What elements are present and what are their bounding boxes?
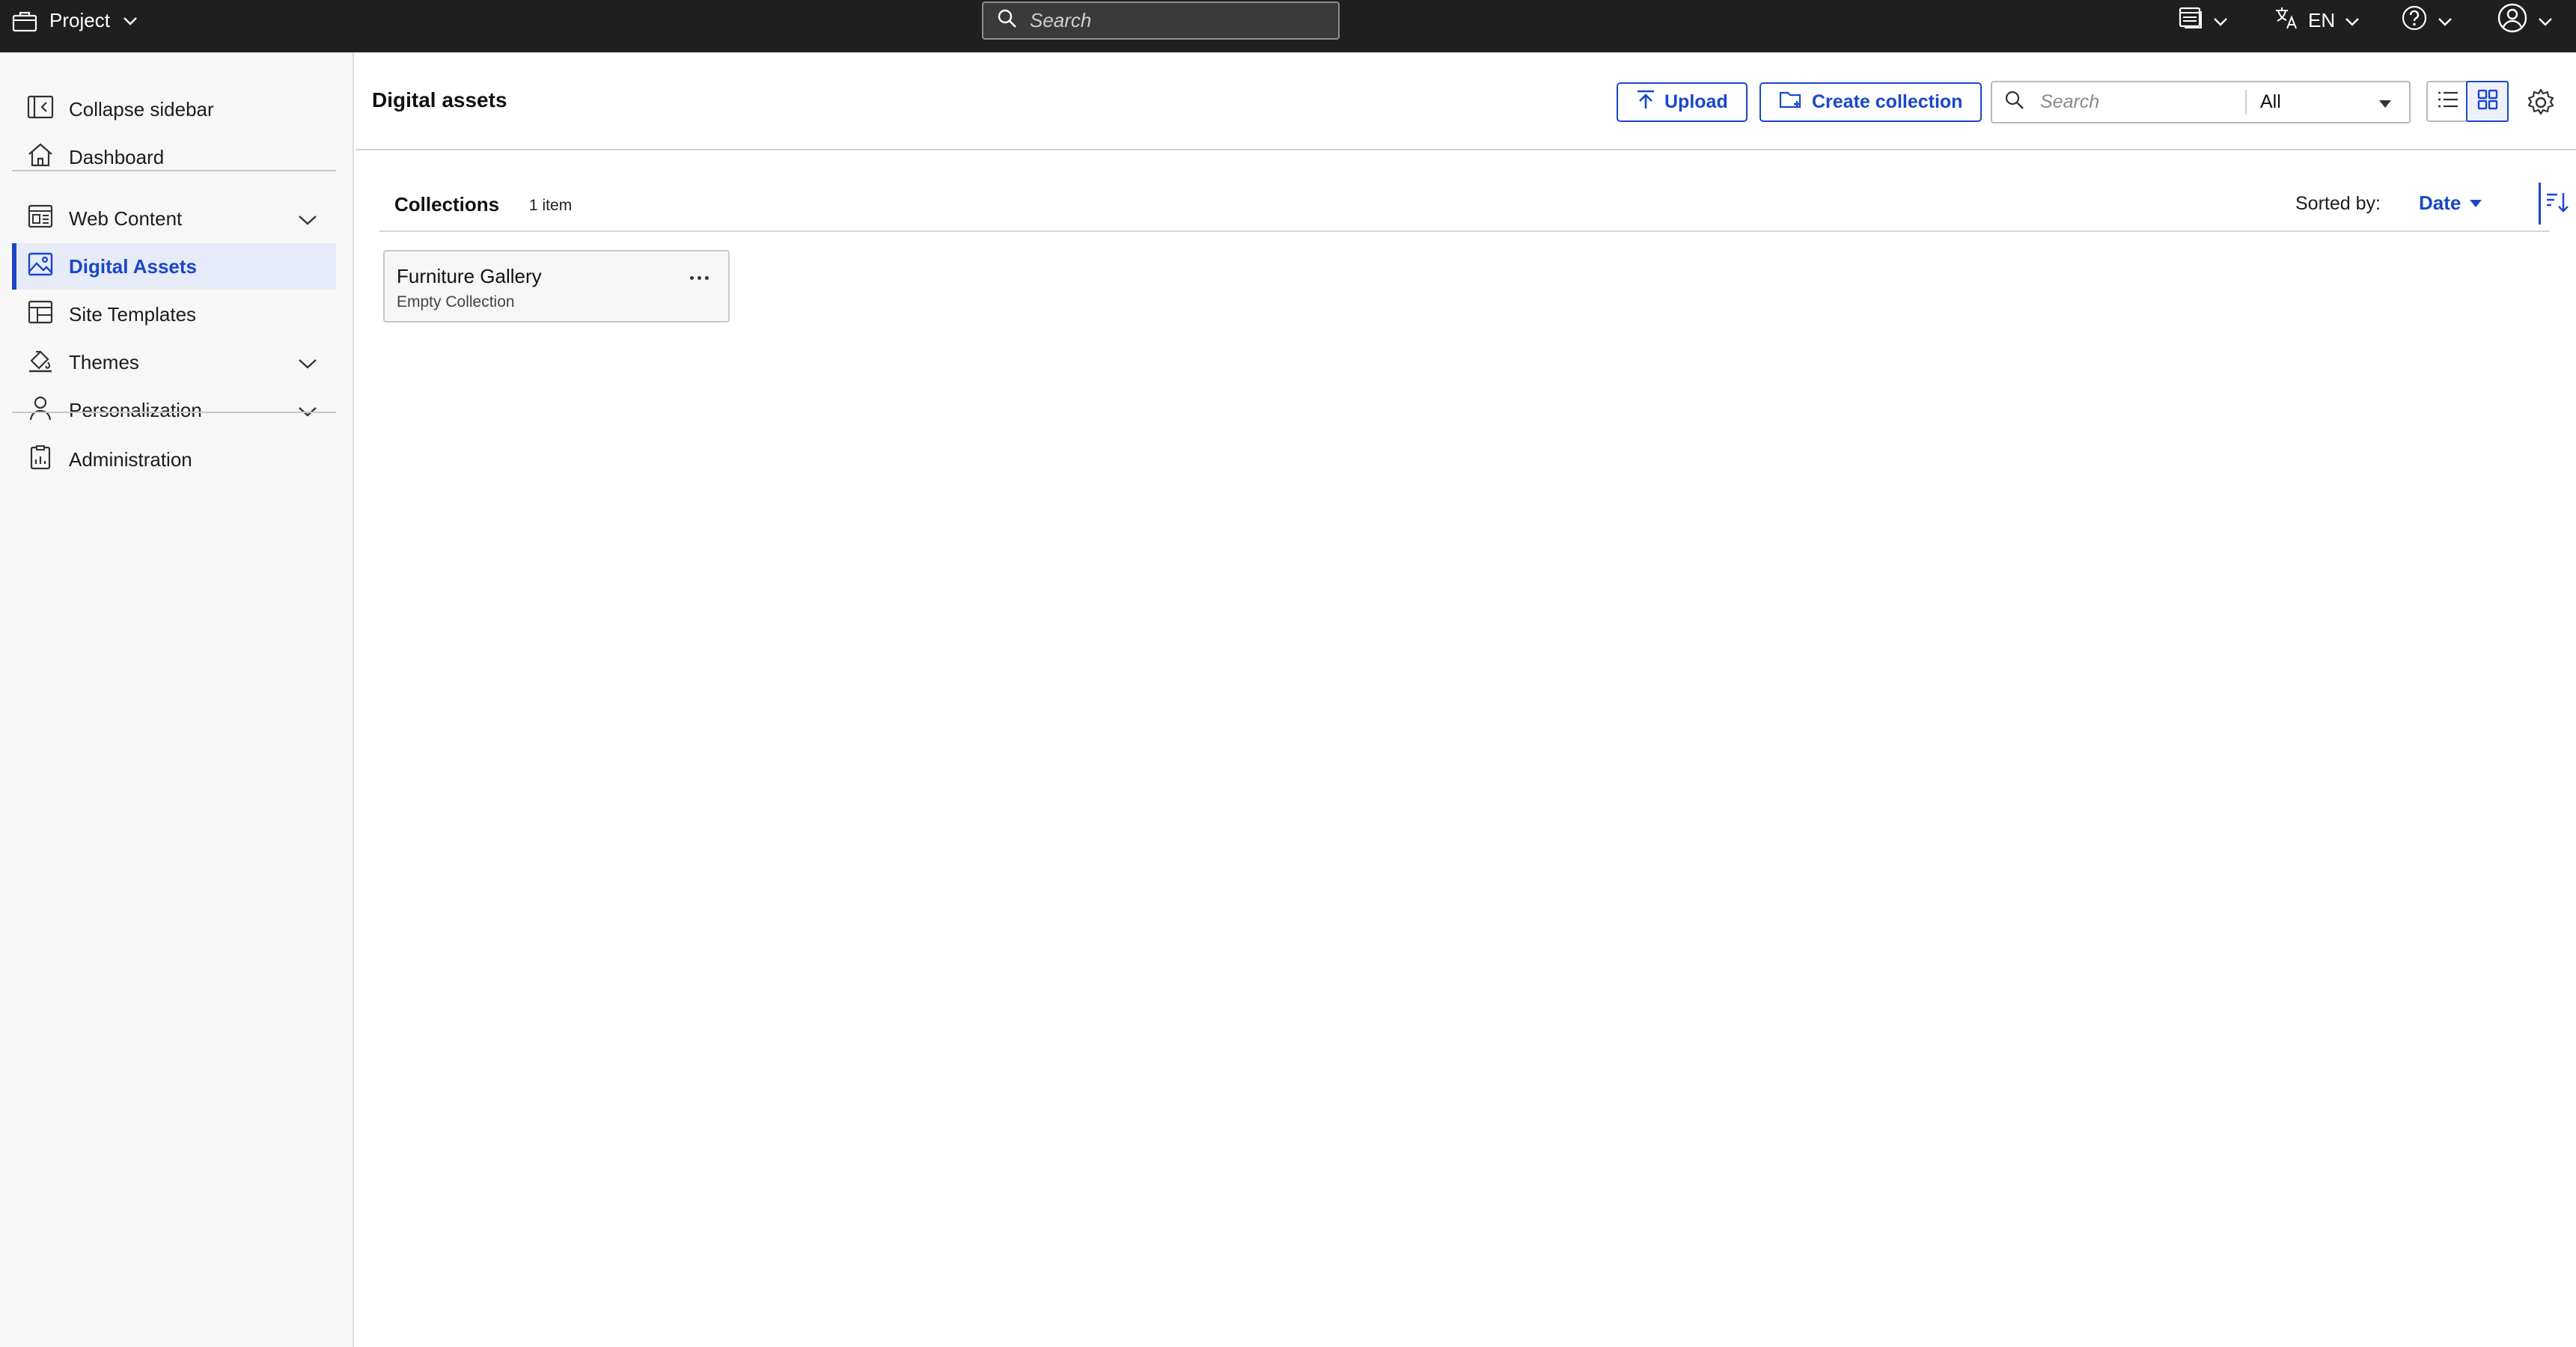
list-view-button[interactable] — [2428, 82, 2467, 120]
sidebar-item-administration[interactable]: Administration — [12, 436, 336, 483]
home-icon — [27, 142, 54, 173]
sidebar-item-label: Digital Assets — [69, 254, 197, 278]
sidebar-item-label: Site Templates — [69, 302, 197, 326]
gear-icon[interactable] — [2526, 88, 2556, 121]
sidebar-item-themes[interactable]: Themes — [12, 339, 336, 385]
collection-card[interactable]: Furniture Gallery Empty Collection — [383, 250, 730, 323]
sidebar-item-label: Dashboard — [69, 145, 165, 168]
collections-count: 1 item — [529, 197, 573, 214]
sidebar-item-label: Personalization — [69, 398, 202, 421]
help-icon — [2401, 4, 2428, 37]
sidebar-item-collapse[interactable]: Collapse sidebar — [12, 86, 336, 132]
sidebar-item-personalization[interactable]: Personalization — [12, 387, 336, 433]
upload-icon — [1636, 89, 1655, 115]
sidebar-item-label: Collapse sidebar — [69, 97, 214, 120]
chevron-down-icon — [297, 352, 318, 376]
caret-down-icon — [2379, 100, 2391, 108]
sort-direction-button[interactable] — [2539, 183, 2573, 224]
search-icon — [2004, 90, 2025, 114]
page-title: Digital assets — [372, 88, 507, 112]
project-switcher[interactable]: Project — [12, 0, 138, 41]
sort-descending-icon — [2545, 191, 2569, 217]
site-menu[interactable] — [2178, 0, 2229, 41]
sort-field-dropdown[interactable]: Date — [2419, 192, 2482, 215]
sidebar-item-label: Web Content — [69, 207, 183, 230]
help-menu[interactable] — [2401, 0, 2453, 41]
chevron-down-icon — [2537, 9, 2554, 32]
grid-view-button[interactable] — [2466, 81, 2509, 122]
chevron-down-icon — [2212, 9, 2229, 32]
sidebar-item-dashboard[interactable]: Dashboard — [12, 134, 336, 180]
main-content: Digital assets Upload Create collection … — [355, 52, 2576, 1347]
person-icon — [27, 395, 54, 426]
collections-bar: Collections 1 item Sorted by: Date — [379, 183, 2569, 232]
sidebar-item-label: Administration — [69, 448, 192, 471]
grid-icon — [2476, 88, 2499, 114]
asset-filter: All — [1991, 81, 2411, 123]
sidebar-item-label: Themes — [69, 350, 139, 373]
language-label: EN — [2308, 9, 2336, 31]
language-menu[interactable]: EN — [2274, 0, 2360, 41]
project-label: Project — [49, 9, 110, 31]
sort-field-value: Date — [2419, 192, 2461, 214]
asset-type-value: All — [2260, 91, 2281, 112]
search-icon — [997, 8, 1018, 33]
upload-label: Upload — [1664, 91, 1728, 112]
global-search-input[interactable] — [1030, 9, 1329, 32]
user-icon — [2497, 2, 2528, 39]
top-bar: Project EN — [0, 0, 2576, 52]
sidebar-item-site-templates[interactable]: Site Templates — [12, 291, 336, 337]
briefcase-icon — [12, 10, 37, 32]
template-icon — [27, 299, 54, 330]
collection-subtitle: Empty Collection — [397, 293, 515, 311]
web-content-icon — [27, 204, 54, 234]
caret-down-icon — [2470, 199, 2482, 207]
site-icon — [2178, 5, 2203, 36]
list-icon — [2437, 90, 2459, 113]
page-header: Digital assets Upload Create collection … — [355, 52, 2576, 150]
create-collection-button[interactable]: Create collection — [1759, 82, 1983, 122]
upload-button[interactable]: Upload — [1617, 82, 1748, 122]
clipboard-icon — [27, 445, 54, 475]
collection-name: Furniture Gallery — [397, 265, 542, 287]
global-search[interactable] — [982, 1, 1340, 40]
sidebar: Collapse sidebar Dashboard Web Content D… — [0, 52, 354, 1347]
create-collection-label: Create collection — [1812, 91, 1963, 112]
asset-search[interactable] — [1992, 90, 2247, 114]
image-icon — [27, 251, 54, 282]
asset-type-select[interactable]: All — [2247, 82, 2409, 122]
sorted-by-label: Sorted by: — [2295, 193, 2381, 214]
folder-add-icon — [1779, 89, 1803, 115]
chevron-down-icon — [297, 209, 318, 232]
collapse-sidebar-icon — [27, 95, 54, 124]
asset-search-input[interactable] — [2040, 91, 2235, 113]
paint-icon — [27, 347, 54, 378]
sidebar-divider — [12, 170, 336, 171]
more-options-icon[interactable] — [685, 266, 713, 289]
chevron-down-icon — [2437, 9, 2453, 32]
sidebar-item-digital-assets[interactable]: Digital Assets — [12, 243, 336, 290]
view-toggle — [2426, 81, 2509, 122]
chevron-down-icon — [2344, 9, 2360, 32]
sidebar-divider — [12, 412, 336, 413]
user-menu[interactable] — [2497, 0, 2554, 41]
collections-title: Collections — [394, 193, 500, 216]
translate-icon — [2274, 5, 2299, 36]
chevron-down-icon — [122, 16, 138, 26]
sidebar-item-web-content[interactable]: Web Content — [12, 195, 336, 242]
